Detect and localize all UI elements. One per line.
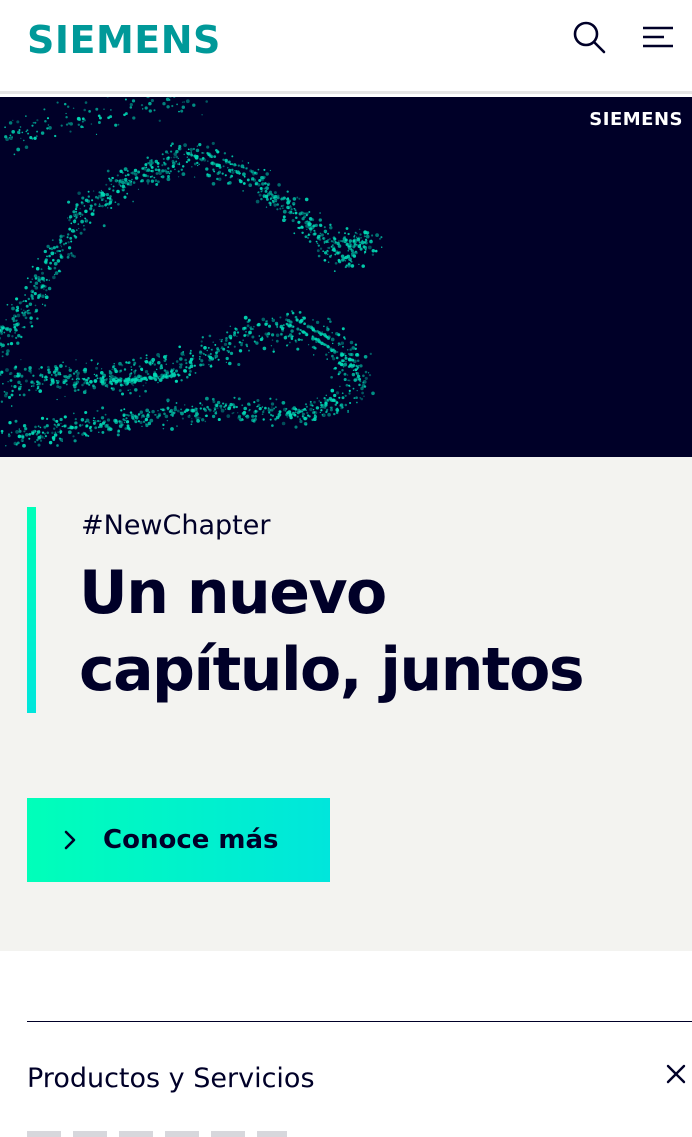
search-button[interactable] xyxy=(571,20,607,56)
menu-icon xyxy=(643,26,673,48)
accordion-products-services[interactable]: Productos y Servicios xyxy=(0,1022,692,1137)
learn-more-button[interactable]: Conoce más xyxy=(27,798,330,882)
particle-wave-image xyxy=(0,97,383,448)
accent-bar xyxy=(27,507,36,713)
menu-button[interactable] xyxy=(640,20,676,56)
accordion-title: Productos y Servicios xyxy=(27,1063,315,1094)
site-header: SIEMENS xyxy=(0,0,692,94)
learn-more-label: Conoce más xyxy=(103,825,279,855)
hero-siemens-logo: SIEMENS xyxy=(589,109,683,130)
close-icon[interactable] xyxy=(664,1062,688,1086)
teaser-section: #NewChapter Un nuevo capítulo, juntos Co… xyxy=(0,457,692,951)
siemens-logo[interactable]: SIEMENS xyxy=(27,18,221,62)
hero-banner: SIEMENS xyxy=(0,97,692,457)
next-row-text-cutoff xyxy=(27,1131,287,1137)
page-headline: Un nuevo capítulo, juntos xyxy=(79,558,585,705)
chevron-right-icon xyxy=(64,830,76,850)
search-icon xyxy=(573,21,606,54)
kicker-hashtag: #NewChapter xyxy=(81,510,271,541)
